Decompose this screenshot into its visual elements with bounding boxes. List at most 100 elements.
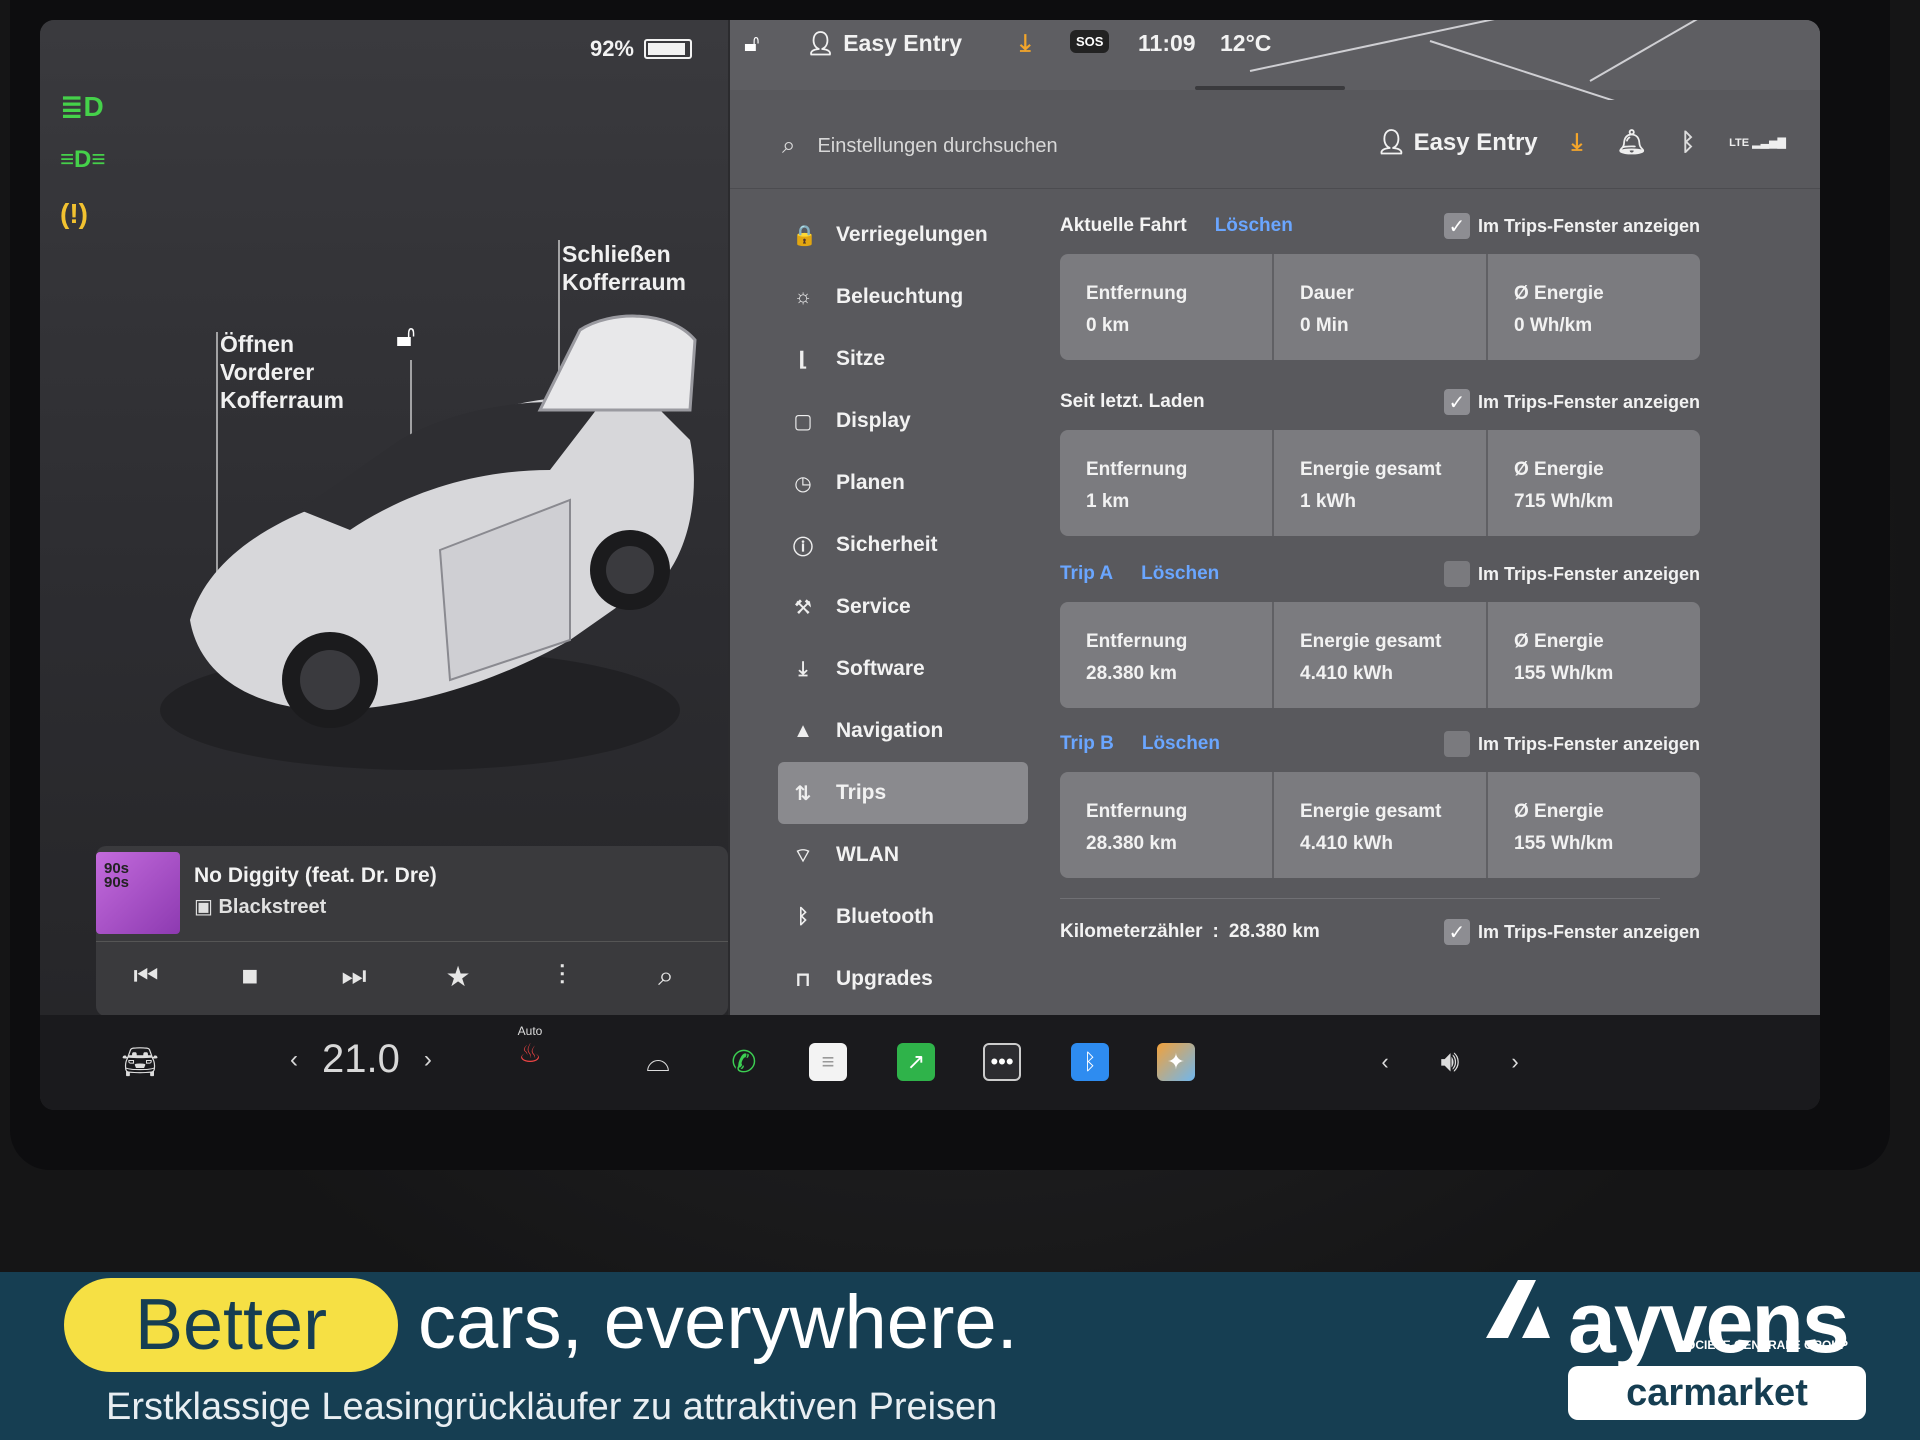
media-player[interactable]: 90s 90s No Diggity (feat. Dr. Dre) ▣ Bla…: [96, 846, 728, 1016]
more-icon[interactable]: •••: [982, 1037, 1022, 1087]
sos-button[interactable]: SOS: [1070, 30, 1110, 53]
sidebar-item-label: Sitze: [836, 347, 886, 370]
touchscreen: 92% ≣D ≡D≡ (!) Öffnen Vorderer Kofferrau…: [40, 20, 1820, 1110]
map-road: [1429, 40, 1621, 104]
stat-cell: Energie gesamt 4.410 kWh: [1274, 602, 1488, 708]
stop-icon[interactable]: ■: [230, 960, 270, 992]
wrench-icon: ⚒: [794, 596, 812, 619]
sidebar-item-software[interactable]: ⤓ Software: [778, 638, 1028, 700]
stat-value: 155 Wh/km: [1514, 663, 1614, 684]
stat-label: Energie gesamt: [1300, 631, 1442, 652]
wiper-icon[interactable]: ⌓: [638, 1037, 678, 1087]
stat-cell: Ø Energie 155 Wh/km: [1488, 602, 1700, 708]
sos-label: SOS: [1070, 30, 1110, 53]
photo-background: 92% ≣D ≡D≡ (!) Öffnen Vorderer Kofferrau…: [0, 0, 1920, 1440]
download-icon[interactable]: ⤓: [1020, 30, 1031, 58]
volume-down-button[interactable]: ‹: [1370, 1037, 1400, 1087]
notes-icon[interactable]: ≡: [808, 1037, 848, 1087]
stat-cell: Ø Energie 715 Wh/km: [1488, 430, 1700, 536]
sidebar-item-verriegelungen[interactable]: 🔒 Verriegelungen: [778, 204, 1028, 266]
show-in-trips-checkbox[interactable]: ✓ Im Trips-Fenster anzeigen: [1443, 919, 1700, 945]
temp-down-button[interactable]: ‹: [290, 1046, 298, 1074]
banner-subtitle: Erstklassige Leasingrückläufer zu attrak…: [106, 1386, 998, 1428]
temp-up-button[interactable]: ›: [424, 1046, 432, 1074]
equalizer-icon[interactable]: ⫶: [542, 960, 582, 993]
sidebar-item-sicherheit[interactable]: ⓘ Sicherheit: [778, 514, 1028, 576]
album-art[interactable]: 90s 90s: [96, 852, 180, 934]
sidebar-item-sitze[interactable]: ⌊ Sitze: [778, 328, 1028, 390]
checkbox-label: Im Trips-Fenster anzeigen: [1477, 563, 1700, 584]
climate-temperature[interactable]: ‹ 21.0 ›: [290, 1037, 432, 1082]
bluetooth-app-icon[interactable]: ᛒ: [1070, 1037, 1110, 1087]
section-current-trip: Aktuelle Fahrt Löschen ✓ Im Trips-Fenster…: [1060, 210, 1700, 360]
search-input[interactable]: Einstellungen durchsuchen: [817, 135, 1057, 158]
stat-cell: Energie gesamt 4.410 kWh: [1274, 772, 1488, 878]
settings-screen: ⌕ Einstellungen durchsuchen 👤︎ Easy Entr…: [730, 100, 1820, 1015]
checkbox-checked-icon: ✓: [1443, 389, 1470, 415]
stat-cell: Entfernung 28.380 km: [1060, 772, 1274, 878]
favorite-icon[interactable]: ★: [438, 960, 478, 993]
show-in-trips-checkbox[interactable]: Im Trips-Fenster anzeigen: [1443, 561, 1700, 587]
clock-icon: ◷: [794, 472, 812, 495]
banner-pill: Better: [64, 1278, 398, 1372]
sidebar-item-label: WLAN: [836, 843, 899, 866]
sidebar-item-display[interactable]: ▢ Display: [778, 390, 1028, 452]
checkbox-checked-icon: ✓: [1443, 213, 1470, 239]
bluetooth-icon[interactable]: ᛒ: [1681, 129, 1695, 157]
sidebar-item-trips[interactable]: ⇅ Trips: [778, 762, 1028, 824]
stats-row: Entfernung 0 km Dauer 0 Min Ø Energie 0 Wh/km: [1060, 254, 1700, 360]
phone-icon[interactable]: ✆: [724, 1037, 764, 1087]
map-road: [1589, 20, 1747, 82]
search-icon[interactable]: ⌕: [646, 960, 686, 993]
navigation-icon: ▲: [793, 719, 813, 742]
stat-cell: Ø Energie 155 Wh/km: [1488, 772, 1700, 878]
download-icon[interactable]: ⤓: [1572, 129, 1583, 157]
sidebar-item-upgrades[interactable]: ⊓ Upgrades: [778, 948, 1028, 1010]
sidebar-item-planen[interactable]: ◷ Planen: [778, 452, 1028, 514]
volume-icon[interactable]: 🔊︎: [1420, 1037, 1480, 1087]
sidebar-item-service[interactable]: ⚒ Service: [778, 576, 1028, 638]
stats-row: Entfernung 28.380 km Energie gesamt 4.410 k…: [1060, 602, 1700, 708]
checkbox-unchecked-icon: [1443, 561, 1470, 587]
toybox-icon[interactable]: ✦: [1156, 1037, 1196, 1087]
sidebar-item-wlan[interactable]: ⌔ WLAN: [778, 824, 1028, 886]
battery-percent: 92%: [589, 36, 634, 61]
settings-search[interactable]: ⌕ Einstellungen durchsuchen: [782, 132, 1058, 160]
display-icon: ▢: [793, 410, 813, 433]
sidebar-item-navigation[interactable]: ▲ Navigation: [778, 700, 1028, 762]
section-trip-a: Trip A Löschen Im Trips-Fenster anzeigen…: [1060, 558, 1700, 708]
volume-up-button[interactable]: ›: [1500, 1037, 1530, 1087]
header-divider: [730, 188, 1820, 189]
odometer-colon: :: [1212, 921, 1219, 942]
stat-value: 715 Wh/km: [1514, 491, 1614, 512]
unlock-status-icon[interactable]: 🔓︎: [744, 30, 760, 58]
settings-header-actions: 👤︎ Easy Entry ⤓ 🔔︎ ᛒ LTE ▂▃▅▇: [1376, 128, 1786, 157]
odometer-divider: [1060, 898, 1660, 899]
car-icon[interactable]: 🚘︎: [110, 1037, 170, 1087]
delete-trip-a-link[interactable]: Löschen: [1141, 563, 1219, 585]
next-icon[interactable]: ⏭: [334, 960, 374, 993]
show-in-trips-checkbox[interactable]: Im Trips-Fenster anzeigen: [1443, 731, 1700, 757]
previous-icon[interactable]: ⏮: [126, 960, 166, 993]
battery-fill: [648, 43, 685, 55]
stocks-icon[interactable]: ↗: [896, 1037, 936, 1087]
delete-trip-b-link[interactable]: Löschen: [1142, 733, 1220, 755]
stat-value: 28.380 km: [1086, 663, 1177, 684]
profile-button[interactable]: 👤︎ Easy Entry: [1376, 128, 1537, 157]
panel-drag-handle[interactable]: [1195, 86, 1345, 90]
stat-cell: Entfernung 28.380 km: [1060, 602, 1274, 708]
stat-label: Entfernung: [1086, 631, 1188, 652]
bell-icon[interactable]: 🔔︎: [1616, 128, 1646, 157]
bag-icon: ⊓: [795, 968, 811, 991]
car-image: [160, 314, 697, 770]
sidebar-item-label: Beleuchtung: [836, 285, 964, 308]
show-in-trips-checkbox[interactable]: ✓ Im Trips-Fenster anzeigen: [1443, 213, 1700, 239]
show-in-trips-checkbox[interactable]: ✓ Im Trips-Fenster anzeigen: [1443, 389, 1700, 415]
sidebar-item-label: Planen: [836, 471, 905, 494]
delete-current-trip-link[interactable]: Löschen: [1215, 215, 1293, 237]
sidebar-item-beleuchtung[interactable]: ☼ Beleuchtung: [778, 266, 1028, 328]
trips-icon: ⇅: [794, 782, 812, 805]
sidebar-item-bluetooth[interactable]: ᛒ Bluetooth: [778, 886, 1028, 948]
top-profile[interactable]: 👤︎ Easy Entry: [806, 30, 962, 57]
seat-heater-button[interactable]: Auto ♨: [510, 1021, 550, 1071]
